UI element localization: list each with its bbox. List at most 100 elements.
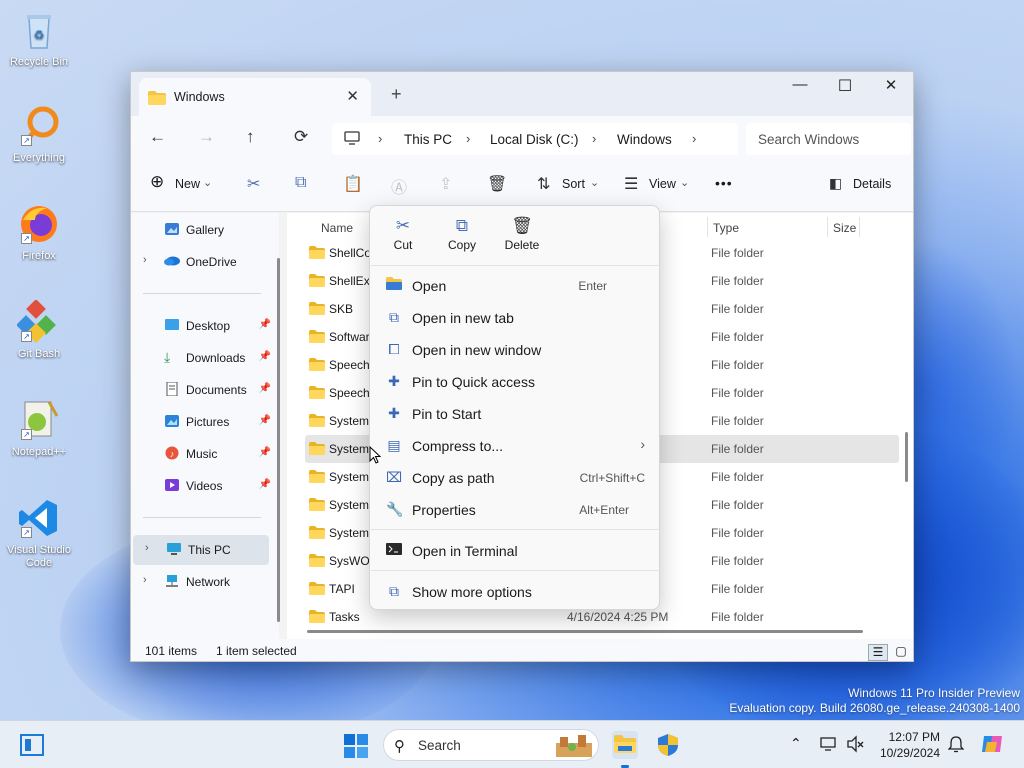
- copy-path-icon: ⌧: [386, 469, 403, 485]
- column-header-name[interactable]: Name: [321, 221, 353, 235]
- new-tab-button[interactable]: +: [391, 84, 402, 105]
- start-button-icon[interactable]: [344, 734, 368, 761]
- nav-item-pictures[interactable]: Pictures 📌: [131, 407, 271, 435]
- menu-item-open-terminal[interactable]: Open in Terminal: [374, 535, 657, 565]
- minimize-button[interactable]: —: [777, 76, 823, 93]
- file-type: File folder: [711, 470, 764, 484]
- close-window-button[interactable]: ✕: [868, 76, 913, 94]
- breadcrumb-windows[interactable]: Windows: [617, 132, 672, 147]
- up-button[interactable]: ↑: [246, 127, 255, 147]
- nav-item-desktop[interactable]: Desktop 📌: [131, 311, 271, 339]
- cut-icon[interactable]: ✂: [247, 174, 260, 194]
- new-tab-icon: ⧉: [389, 309, 399, 325]
- folder-icon: [309, 498, 325, 514]
- notification-bell-icon[interactable]: [947, 735, 965, 756]
- task-view-icon[interactable]: [20, 734, 44, 759]
- nav-item-downloads[interactable]: ⤓ Downloads 📌: [131, 343, 271, 371]
- tray-chevron-icon[interactable]: ⌃: [790, 735, 802, 752]
- tab-windows[interactable]: Windows ✕: [139, 78, 371, 116]
- chevron-down-icon: ⌄: [203, 177, 213, 189]
- paste-icon[interactable]: 📋: [343, 174, 363, 194]
- breadcrumb-local-disk[interactable]: Local Disk (C:): [490, 132, 579, 147]
- nav-scrollbar[interactable]: [277, 258, 280, 622]
- desktop-icon-recycle-bin[interactable]: ♻ Recycle Bin: [4, 8, 74, 69]
- share-icon[interactable]: ⇪: [439, 174, 452, 194]
- menu-item-pin-start[interactable]: ✚ Pin to Start: [374, 398, 657, 428]
- vertical-scrollbar[interactable]: [905, 432, 908, 482]
- search-input[interactable]: Search Windows: [746, 123, 911, 155]
- vscode-icon: ↗: [17, 496, 61, 540]
- file-explorer-taskbar-icon[interactable]: [612, 731, 638, 759]
- chevron-right-icon[interactable]: ›: [143, 254, 147, 266]
- nav-item-music[interactable]: ♪ Music 📌: [131, 439, 271, 467]
- menu-shortcut: Alt+Enter: [579, 503, 629, 517]
- context-delete-button[interactable]: 🗑 Delete: [492, 216, 552, 252]
- sort-icon: ⇅: [537, 176, 551, 193]
- column-header-size[interactable]: Size: [833, 221, 856, 235]
- desktop-icon-notepad-plus[interactable]: ↗ Notepad++: [4, 398, 74, 459]
- desktop-icon-everything[interactable]: ↗ Everything: [4, 104, 74, 165]
- context-cut-button[interactable]: ✂ Cut: [373, 216, 433, 252]
- maximize-button[interactable]: ☐: [822, 76, 868, 96]
- menu-item-open[interactable]: Open Enter: [374, 270, 657, 300]
- view-button[interactable]: View: [649, 177, 676, 191]
- sort-button[interactable]: Sort: [562, 177, 585, 191]
- taskbar-search[interactable]: ⚲ Search: [383, 729, 599, 761]
- new-button[interactable]: New: [175, 177, 200, 191]
- refresh-button[interactable]: ⟳: [294, 127, 308, 147]
- rename-icon[interactable]: Ⓐ: [391, 174, 407, 198]
- recycle-bin-icon: ♻: [17, 8, 61, 52]
- breadcrumb-this-pc[interactable]: This PC: [404, 132, 452, 147]
- context-copy-button[interactable]: ⧉ Copy: [432, 216, 492, 252]
- folder-icon: [309, 358, 325, 374]
- context-copy-label: Copy: [447, 238, 476, 252]
- pin-icon: ✚: [388, 373, 400, 389]
- horizontal-scrollbar[interactable]: [307, 630, 863, 633]
- delete-icon[interactable]: 🗑: [487, 174, 507, 194]
- menu-item-copy-as-path[interactable]: ⌧ Copy as path Ctrl+Shift+C: [374, 462, 657, 492]
- pin-icon: 📌: [258, 479, 271, 490]
- nav-item-videos[interactable]: Videos 📌: [131, 471, 271, 499]
- breadcrumb[interactable]: › This PC › Local Disk (C:) › Windows ›: [332, 123, 738, 155]
- tiles-view-button[interactable]: ▢: [891, 644, 911, 661]
- column-header-type[interactable]: Type: [713, 221, 739, 235]
- details-button[interactable]: Details: [853, 177, 891, 191]
- menu-item-open-new-tab[interactable]: ⧉ Open in new tab: [374, 302, 657, 332]
- nav-item-documents[interactable]: Documents 📌: [131, 375, 271, 403]
- file-date: 4/16/2024 4:25 PM: [567, 610, 669, 624]
- nav-item-this-pc[interactable]: › This PC: [133, 535, 269, 565]
- menu-item-compress[interactable]: ▤ Compress to... ›: [374, 430, 657, 460]
- view-icon: ☰: [624, 176, 639, 193]
- nav-item-network[interactable]: › Network: [131, 567, 271, 595]
- desktop-icon-label: Everything: [13, 152, 65, 164]
- more-options-button[interactable]: •••: [715, 175, 733, 191]
- menu-item-pin-quick-access[interactable]: ✚ Pin to Quick access: [374, 366, 657, 396]
- volume-muted-icon[interactable]: [846, 735, 864, 756]
- taskbar-clock[interactable]: 12:07 PM 10/29/2024: [870, 729, 940, 761]
- title-bar: Windows ✕ + — ☐ ✕: [131, 72, 913, 116]
- copy-icon[interactable]: ⧉: [295, 174, 306, 192]
- close-tab-button[interactable]: ✕: [346, 87, 359, 105]
- evaluation-watermark: Windows 11 Pro Insider Preview Evaluatio…: [729, 686, 1020, 716]
- nav-item-gallery[interactable]: Gallery: [131, 215, 271, 243]
- network-status-icon[interactable]: [820, 735, 838, 756]
- context-delete-label: Delete: [504, 238, 540, 252]
- details-view-button[interactable]: ☰: [868, 644, 888, 661]
- menu-item-properties[interactable]: 🔧 Properties Alt+Enter: [374, 494, 657, 524]
- menu-item-show-more[interactable]: ⧉ Show more options: [374, 576, 657, 606]
- desktop-icon-git-bash[interactable]: ↗ Git Bash: [4, 299, 74, 361]
- back-button[interactable]: ←: [149, 127, 166, 147]
- menu-shortcut: Enter: [578, 279, 607, 293]
- file-type: File folder: [711, 274, 764, 288]
- menu-item-open-new-window[interactable]: ⧠ Open in new window: [374, 334, 657, 364]
- security-shield-icon[interactable]: [656, 733, 680, 760]
- desktop-icon-vscode[interactable]: ↗ Visual Studio Code: [4, 496, 74, 570]
- folder-icon: [309, 610, 325, 626]
- chevron-right-icon[interactable]: ›: [143, 574, 147, 586]
- menu-divider: [371, 265, 660, 266]
- desktop-icon-firefox[interactable]: ↗ Firefox: [4, 202, 74, 263]
- forward-button[interactable]: →: [198, 127, 215, 147]
- chevron-right-icon[interactable]: ›: [145, 542, 149, 554]
- copilot-icon[interactable]: [980, 732, 1004, 759]
- nav-item-onedrive[interactable]: › OneDrive: [131, 247, 271, 275]
